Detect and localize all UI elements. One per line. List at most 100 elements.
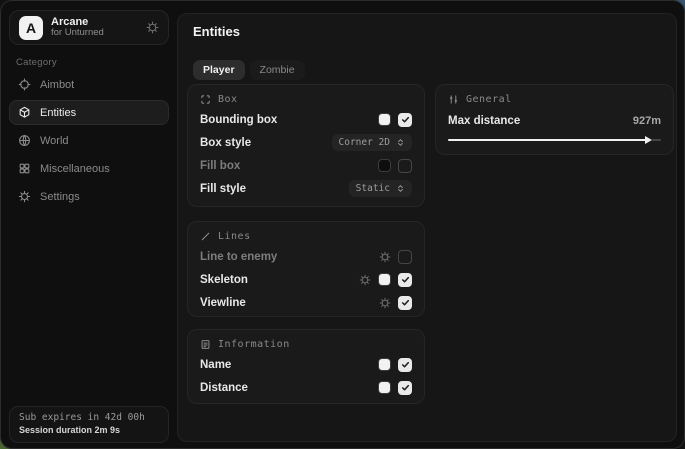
fill-style-row: Fill style Static — [188, 178, 424, 199]
globe-icon — [18, 134, 31, 147]
diagonal-line-icon — [200, 231, 211, 242]
box-style-row: Box style Corner 2D — [188, 132, 424, 153]
color-swatch[interactable] — [378, 381, 391, 394]
row-settings-gear-icon[interactable] — [379, 251, 391, 263]
box-card-header: Box — [188, 85, 424, 107]
distance-row: Distance — [188, 377, 424, 398]
app-window: A Arcane for Unturned Category — [0, 0, 685, 449]
page-title: Entities — [193, 24, 240, 39]
sidebar-item-aimbot[interactable]: Aimbot — [9, 72, 169, 97]
distance-checkbox[interactable] — [398, 381, 412, 395]
fill-style-value: Static — [356, 183, 390, 194]
tab-player[interactable]: Player — [193, 60, 245, 80]
app-logo-letter: A — [26, 20, 36, 36]
bounding-box-label: Bounding box — [200, 114, 277, 126]
sliders-icon — [448, 94, 459, 105]
main-panel: Entities Player Zombie Box Bounding box — [177, 13, 677, 442]
max-distance-value: 927m — [633, 115, 661, 127]
viewline-label: Viewline — [200, 297, 246, 309]
line-to-enemy-label: Line to enemy — [200, 251, 277, 263]
subscription-card: Sub expires in 42d 00h Session duration … — [9, 406, 169, 443]
color-swatch[interactable] — [378, 273, 391, 286]
lines-card-header: Lines — [188, 222, 424, 244]
lines-card-title: Lines — [218, 231, 251, 242]
brand-text: Arcane for Unturned — [51, 16, 138, 40]
row-settings-gear-icon[interactable] — [379, 297, 391, 309]
bounding-box-row: Bounding box — [188, 109, 424, 130]
viewline-checkbox[interactable] — [398, 296, 412, 310]
sub-expiry-text: Sub expires in 42d 00h — [19, 412, 159, 423]
fill-box-checkbox[interactable] — [398, 159, 412, 173]
slider-track-rest — [652, 139, 661, 142]
slider-thumb[interactable] — [645, 136, 652, 144]
general-card-header: General — [436, 85, 673, 107]
gear-icon[interactable] — [146, 21, 159, 34]
viewline-controls — [379, 296, 412, 310]
skeleton-checkbox[interactable] — [398, 273, 412, 287]
sidebar-nav: Aimbot Entities World — [9, 72, 169, 212]
app-subtitle: for Unturned — [51, 28, 138, 39]
session-duration-text: Session duration 2m 9s — [19, 425, 159, 435]
general-card-title: General — [466, 94, 512, 105]
color-swatch[interactable] — [378, 113, 391, 126]
bounding-box-checkbox[interactable] — [398, 113, 412, 127]
color-swatch[interactable] — [378, 159, 391, 172]
line-to-enemy-checkbox[interactable] — [398, 250, 412, 264]
viewline-row: Viewline — [188, 292, 424, 313]
brand-card: A Arcane for Unturned — [9, 10, 169, 45]
sidebar-item-world[interactable]: World — [9, 128, 169, 153]
chevron-updown-icon — [396, 184, 405, 193]
sidebar-item-miscellaneous[interactable]: Miscellaneous — [9, 156, 169, 181]
document-text-icon — [200, 339, 211, 350]
name-checkbox[interactable] — [398, 358, 412, 372]
grid-icon — [18, 162, 31, 175]
box-style-dropdown[interactable]: Corner 2D — [332, 134, 412, 151]
bounding-box-controls — [378, 113, 412, 127]
line-to-enemy-controls — [379, 250, 412, 264]
sidebar-item-label: Settings — [40, 191, 80, 203]
sidebar-item-label: Aimbot — [40, 79, 74, 91]
app-logo: A — [19, 16, 43, 40]
information-card-header: Information — [188, 330, 424, 352]
fill-box-controls — [378, 159, 412, 173]
line-to-enemy-row: Line to enemy — [188, 246, 424, 267]
slider-fill — [448, 139, 646, 142]
skeleton-controls — [359, 273, 412, 287]
information-card: Information Name Distance — [187, 329, 425, 404]
skeleton-row: Skeleton — [188, 269, 424, 290]
max-distance-row: Max distance 927m — [436, 111, 673, 131]
fill-box-row: Fill box — [188, 155, 424, 176]
cube-icon — [18, 106, 31, 119]
scan-box-icon — [200, 94, 211, 105]
distance-controls — [378, 381, 412, 395]
sidebar-item-label: Entities — [40, 107, 76, 119]
fill-box-label: Fill box — [200, 160, 240, 172]
sidebar-item-entities[interactable]: Entities — [9, 100, 169, 125]
chevron-updown-icon — [396, 138, 405, 147]
gear-icon — [18, 190, 31, 203]
max-distance-label: Max distance — [448, 115, 520, 127]
sidebar-item-label: Miscellaneous — [40, 163, 110, 175]
color-swatch[interactable] — [378, 358, 391, 371]
skeleton-label: Skeleton — [200, 274, 248, 286]
distance-label: Distance — [200, 382, 248, 394]
category-label: Category — [16, 57, 57, 68]
name-row: Name — [188, 354, 424, 375]
sidebar: A Arcane for Unturned Category — [1, 1, 177, 448]
name-controls — [378, 358, 412, 372]
box-style-value: Corner 2D — [339, 137, 390, 148]
tab-zombie[interactable]: Zombie — [250, 60, 305, 80]
box-card: Box Bounding box Box style Corner 2D — [187, 84, 425, 207]
name-label: Name — [200, 359, 231, 371]
information-card-title: Information — [218, 339, 290, 350]
entity-tabs: Player Zombie — [193, 60, 305, 80]
fill-style-dropdown[interactable]: Static — [349, 180, 412, 197]
sidebar-item-label: World — [40, 135, 69, 147]
lines-card: Lines Line to enemy Skeleton — [187, 221, 425, 317]
crosshair-icon — [18, 78, 31, 91]
box-style-label: Box style — [200, 137, 251, 149]
sidebar-item-settings[interactable]: Settings — [9, 184, 169, 209]
row-settings-gear-icon[interactable] — [359, 274, 371, 286]
max-distance-slider[interactable] — [448, 136, 661, 144]
fill-style-label: Fill style — [200, 183, 246, 195]
